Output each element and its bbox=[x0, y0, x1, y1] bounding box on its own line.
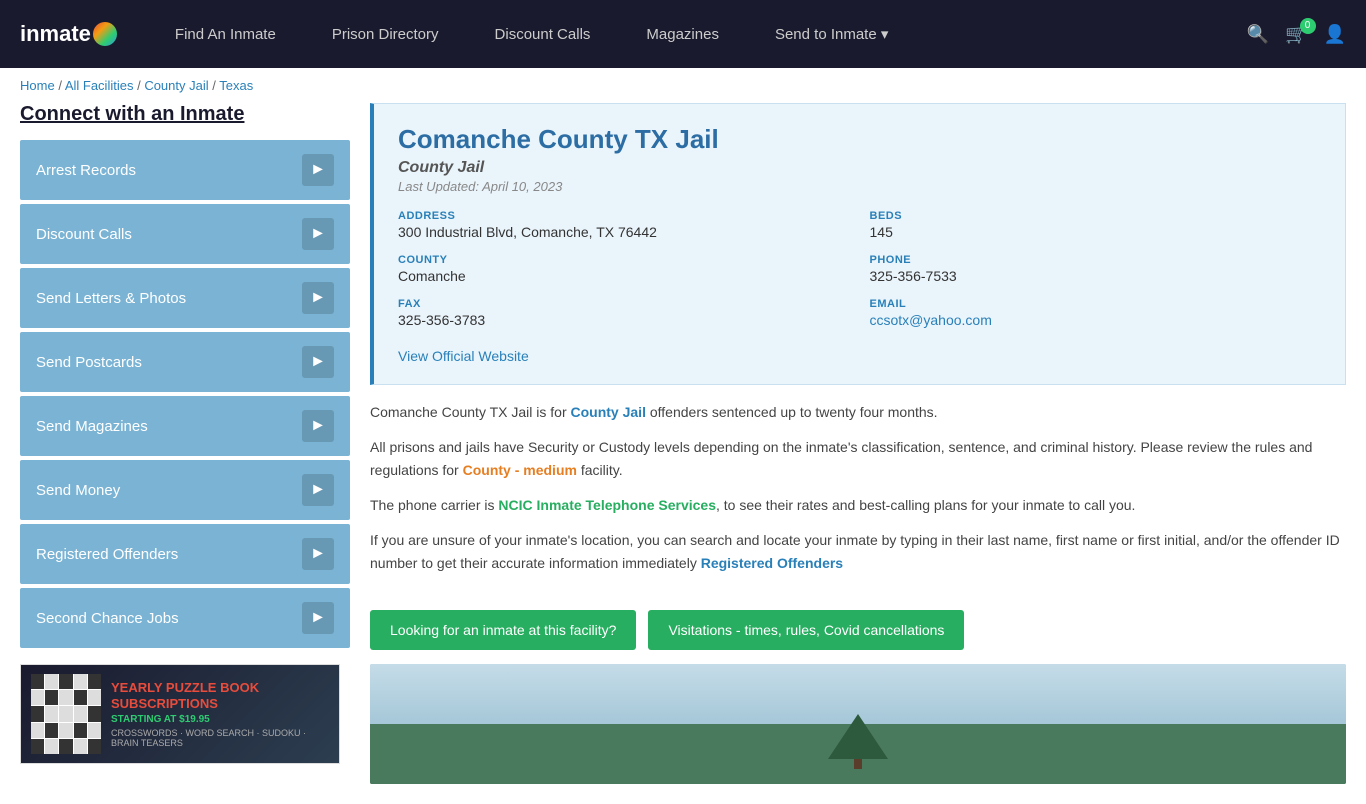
logo-badge bbox=[93, 22, 117, 46]
sidebar: Connect with an Inmate Arrest Records ► … bbox=[20, 103, 350, 784]
phone-value: 325-356-7533 bbox=[870, 268, 1322, 284]
desc-para-3: The phone carrier is NCIC Inmate Telepho… bbox=[370, 494, 1346, 517]
sidebar-item-label: Send Postcards bbox=[36, 354, 142, 371]
county-medium-link[interactable]: County - medium bbox=[463, 462, 577, 478]
ad-desc: CROSSWORDS · WORD SEARCH · SUDOKU · BRAI… bbox=[111, 728, 329, 748]
info-fax: FAX 325-356-3783 bbox=[398, 298, 850, 328]
arrow-icon: ► bbox=[302, 410, 334, 442]
registered-offenders-link[interactable]: Registered Offenders bbox=[701, 555, 843, 571]
breadcrumb-county-jail[interactable]: County Jail bbox=[144, 78, 208, 93]
breadcrumb-home[interactable]: Home bbox=[20, 78, 55, 93]
desc-para-2: All prisons and jails have Security or C… bbox=[370, 436, 1346, 482]
fax-label: FAX bbox=[398, 298, 850, 310]
beds-value: 145 bbox=[870, 224, 1322, 240]
ad-banner[interactable]: YEARLY PUZZLE BOOK SUBSCRIPTIONS STARTIN… bbox=[20, 664, 340, 764]
sidebar-item-label: Registered Offenders bbox=[36, 546, 178, 563]
email-label: EMAIL bbox=[870, 298, 1322, 310]
address-value: 300 Industrial Blvd, Comanche, TX 76442 bbox=[398, 224, 850, 240]
navbar: inmate Find An Inmate Prison Directory D… bbox=[0, 0, 1366, 68]
breadcrumb-all-facilities[interactable]: All Facilities bbox=[65, 78, 134, 93]
sidebar-item-arrest-records[interactable]: Arrest Records ► bbox=[20, 140, 350, 200]
ad-title-line1: YEARLY PUZZLE BOOK bbox=[111, 680, 329, 696]
sidebar-item-send-postcards[interactable]: Send Postcards ► bbox=[20, 332, 350, 392]
logo[interactable]: inmate bbox=[20, 21, 117, 47]
sidebar-item-send-letters[interactable]: Send Letters & Photos ► bbox=[20, 268, 350, 328]
beds-label: BEDS bbox=[870, 210, 1322, 222]
visitations-button[interactable]: Visitations - times, rules, Covid cancel… bbox=[648, 610, 964, 650]
tree-trunk bbox=[854, 759, 862, 769]
puzzle-icon bbox=[31, 674, 101, 754]
cart-badge: 0 bbox=[1300, 18, 1316, 34]
info-beds: BEDS 145 bbox=[870, 210, 1322, 240]
facility-updated: Last Updated: April 10, 2023 bbox=[398, 179, 1321, 194]
tree-top bbox=[828, 714, 888, 759]
breadcrumb-state[interactable]: Texas bbox=[219, 78, 253, 93]
facility-image bbox=[370, 664, 1346, 784]
search-icon[interactable]: 🔍 bbox=[1247, 24, 1269, 45]
arrow-icon: ► bbox=[302, 154, 334, 186]
sidebar-item-label: Send Letters & Photos bbox=[36, 290, 186, 307]
arrow-icon: ► bbox=[302, 602, 334, 634]
arrow-icon: ► bbox=[302, 474, 334, 506]
nav-send-to-inmate[interactable]: Send to Inmate ▾ bbox=[747, 0, 916, 68]
arrow-icon: ► bbox=[302, 538, 334, 570]
info-email: EMAIL ccsotx@yahoo.com bbox=[870, 298, 1322, 328]
action-buttons: Looking for an inmate at this facility? … bbox=[370, 610, 1346, 650]
nav-links: Find An Inmate Prison Directory Discount… bbox=[147, 0, 1247, 68]
sidebar-item-label: Send Money bbox=[36, 482, 120, 499]
main-container: Connect with an Inmate Arrest Records ► … bbox=[0, 103, 1366, 804]
sidebar-title: Connect with an Inmate bbox=[20, 103, 350, 126]
info-county: COUNTY Comanche bbox=[398, 254, 850, 284]
nav-icons: 🔍 🛒 0 👤 bbox=[1247, 24, 1346, 45]
nav-find-inmate[interactable]: Find An Inmate bbox=[147, 0, 304, 68]
county-jail-link[interactable]: County Jail bbox=[571, 404, 646, 420]
desc-para-1: Comanche County TX Jail is for County Ja… bbox=[370, 401, 1346, 424]
info-address: ADDRESS 300 Industrial Blvd, Comanche, T… bbox=[398, 210, 850, 240]
view-website-link[interactable]: View Official Website bbox=[398, 348, 529, 364]
logo-text: inmate bbox=[20, 21, 91, 47]
nav-prison-directory[interactable]: Prison Directory bbox=[304, 0, 467, 68]
desc-para-4: If you are unsure of your inmate's locat… bbox=[370, 529, 1346, 575]
county-value: Comanche bbox=[398, 268, 850, 284]
sidebar-item-send-magazines[interactable]: Send Magazines ► bbox=[20, 396, 350, 456]
sidebar-item-send-money[interactable]: Send Money ► bbox=[20, 460, 350, 520]
ad-subtitle: STARTING AT $19.95 bbox=[111, 714, 329, 725]
email-value: ccsotx@yahoo.com bbox=[870, 312, 1322, 328]
sidebar-item-discount-calls[interactable]: Discount Calls ► bbox=[20, 204, 350, 264]
arrow-icon: ► bbox=[302, 282, 334, 314]
content-area: Comanche County TX Jail County Jail Last… bbox=[370, 103, 1346, 784]
find-inmate-button[interactable]: Looking for an inmate at this facility? bbox=[370, 610, 636, 650]
fax-value: 325-356-3783 bbox=[398, 312, 850, 328]
arrow-icon: ► bbox=[302, 218, 334, 250]
nav-magazines[interactable]: Magazines bbox=[618, 0, 747, 68]
sidebar-item-label: Second Chance Jobs bbox=[36, 610, 179, 627]
tree-graphic bbox=[828, 714, 888, 764]
cart-icon[interactable]: 🛒 0 bbox=[1285, 24, 1307, 45]
facility-card: Comanche County TX Jail County Jail Last… bbox=[370, 103, 1346, 385]
breadcrumb: Home / All Facilities / County Jail / Te… bbox=[0, 68, 1366, 103]
facility-name: Comanche County TX Jail bbox=[398, 124, 1321, 155]
sidebar-menu: Arrest Records ► Discount Calls ► Send L… bbox=[20, 140, 350, 648]
sidebar-item-label: Arrest Records bbox=[36, 162, 136, 179]
email-link[interactable]: ccsotx@yahoo.com bbox=[870, 312, 992, 328]
county-label: COUNTY bbox=[398, 254, 850, 266]
user-icon[interactable]: 👤 bbox=[1324, 24, 1346, 45]
address-label: ADDRESS bbox=[398, 210, 850, 222]
phone-label: PHONE bbox=[870, 254, 1322, 266]
sidebar-item-registered-offenders[interactable]: Registered Offenders ► bbox=[20, 524, 350, 584]
sidebar-item-second-chance-jobs[interactable]: Second Chance Jobs ► bbox=[20, 588, 350, 648]
ad-text: YEARLY PUZZLE BOOK SUBSCRIPTIONS STARTIN… bbox=[111, 680, 329, 748]
nav-discount-calls[interactable]: Discount Calls bbox=[467, 0, 619, 68]
ad-title-line2: SUBSCRIPTIONS bbox=[111, 696, 329, 712]
sidebar-item-label: Discount Calls bbox=[36, 226, 132, 243]
facility-description: Comanche County TX Jail is for County Ja… bbox=[370, 385, 1346, 604]
info-phone: PHONE 325-356-7533 bbox=[870, 254, 1322, 284]
ncic-link[interactable]: NCIC Inmate Telephone Services bbox=[498, 497, 716, 513]
sidebar-item-label: Send Magazines bbox=[36, 418, 148, 435]
facility-type: County Jail bbox=[398, 159, 1321, 177]
arrow-icon: ► bbox=[302, 346, 334, 378]
info-grid: ADDRESS 300 Industrial Blvd, Comanche, T… bbox=[398, 210, 1321, 328]
